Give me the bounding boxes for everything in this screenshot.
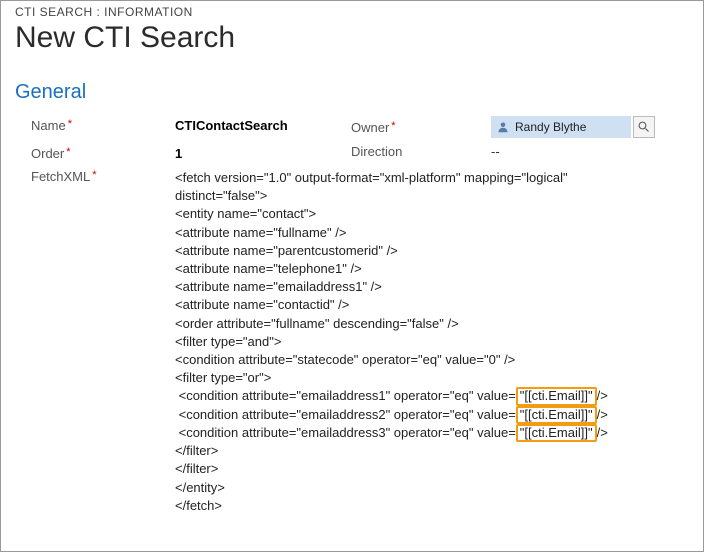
order-label: Order* (15, 144, 175, 161)
highlight-cti-email-1: "[[cti.Email]]" (516, 387, 597, 405)
highlight-cti-email-3: "[[cti.Email]]" (516, 424, 597, 442)
owner-value: Randy Blythe (515, 120, 586, 134)
direction-label: Direction (351, 144, 491, 159)
row-order-direction: Order* 1 Direction -- (15, 144, 689, 161)
section-general: General (15, 81, 689, 104)
fetch-cond-email3: <condition attribute="emailaddress3" ope… (175, 424, 689, 442)
name-value[interactable]: CTIContactSearch (175, 116, 345, 133)
row-name-owner: Name* CTIContactSearch Owner* Randy Blyt… (15, 116, 689, 138)
page-title: New CTI Search (15, 21, 689, 55)
direction-value[interactable]: -- (491, 144, 655, 159)
person-icon (497, 121, 509, 133)
row-fetchxml: FetchXML* <fetch version="1.0" output-fo… (15, 167, 689, 515)
owner-label: Owner* (351, 120, 491, 135)
name-label: Name* (15, 116, 175, 133)
fetch-cond-email2: <condition attribute="emailaddress2" ope… (175, 406, 689, 424)
fetch-cond-email1: <condition attribute="emailaddress1" ope… (175, 387, 689, 405)
fetchxml-label: FetchXML* (15, 167, 175, 184)
fetchxml-value[interactable]: <fetch version="1.0" output-format="xml-… (175, 167, 689, 515)
breadcrumb: CTI SEARCH : INFORMATION (15, 5, 689, 19)
highlight-cti-email-2: "[[cti.Email]]" (516, 406, 597, 424)
owner-lookup-search-button[interactable] (633, 116, 655, 138)
search-icon (638, 121, 650, 133)
owner-lookup[interactable]: Randy Blythe (491, 116, 631, 138)
order-value[interactable]: 1 (175, 144, 345, 161)
